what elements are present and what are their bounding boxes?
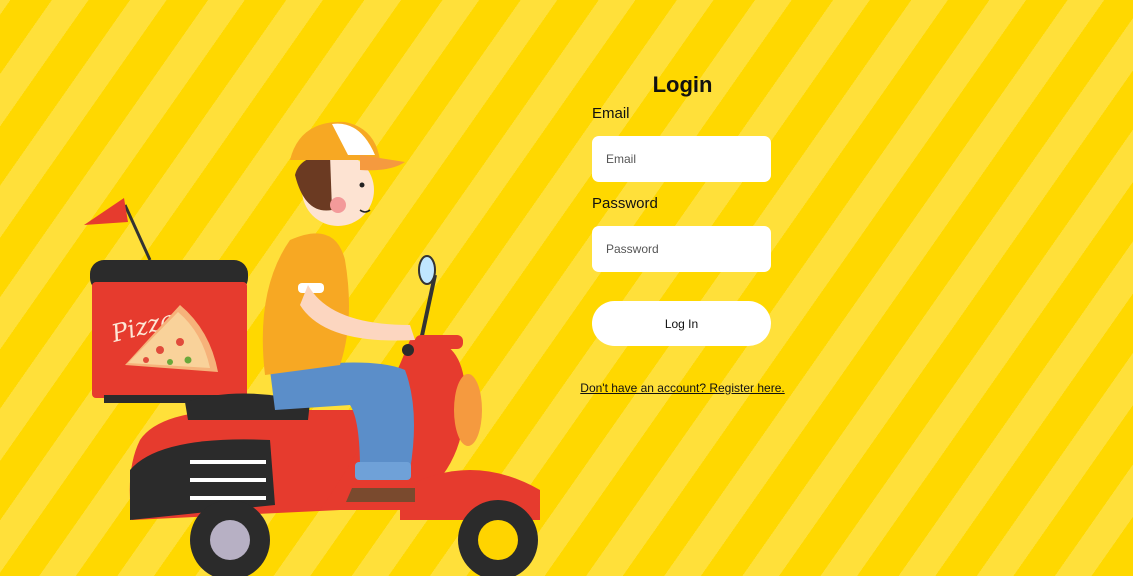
register-link[interactable]: Don't have an account? Register here. xyxy=(560,381,805,395)
login-button[interactable]: Log In xyxy=(592,301,771,346)
email-field[interactable] xyxy=(592,136,771,182)
password-label: Password xyxy=(592,195,658,212)
rider-shoe xyxy=(346,488,415,502)
mirror-icon xyxy=(418,255,436,285)
flag-pole xyxy=(123,204,152,261)
rider-hair xyxy=(295,155,332,211)
password-field[interactable] xyxy=(592,226,771,272)
delivery-rider-illustration: Pizza xyxy=(84,121,540,576)
login-title: Login xyxy=(652,72,713,97)
login-panel: Login Email Password Log In Don't have a… xyxy=(560,68,805,395)
flag-icon xyxy=(84,198,128,225)
email-label: Email xyxy=(592,105,630,122)
